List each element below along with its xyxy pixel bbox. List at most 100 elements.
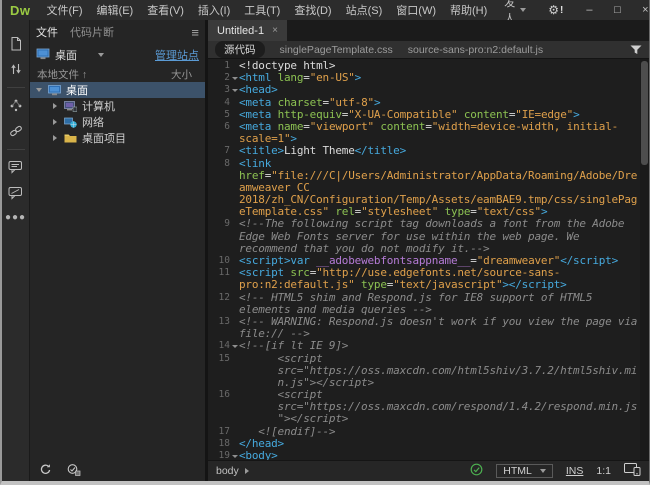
code-fold-gutter	[230, 426, 239, 438]
line-number: 16	[208, 389, 230, 401]
insert-mode-toggle[interactable]: INS	[566, 465, 584, 477]
link-icon[interactable]	[5, 120, 27, 142]
code-line: 10<script>var __adobewebfontsappname__="…	[208, 255, 640, 267]
extract-icon[interactable]	[5, 94, 27, 116]
menu-V[interactable]: 查看(V)	[140, 2, 191, 18]
code-lines: 1<!doctype html>2<html lang="en-US">3<he…	[208, 60, 640, 460]
tab-snippets[interactable]: 代码片断	[70, 24, 114, 40]
site-log-icon[interactable]	[66, 463, 81, 479]
code-line: file:// -->	[208, 328, 640, 340]
expand-arrow-icon[interactable]	[50, 119, 59, 125]
code-line: 17 <![endif]-->	[208, 426, 640, 438]
site-select-value[interactable]: 桌面	[55, 47, 77, 63]
line-number: 5	[208, 109, 230, 121]
code-line: src="https://oss.maxcdn.com/respond/1.4.…	[208, 401, 640, 413]
line-number	[208, 243, 230, 255]
line-number: 1	[208, 60, 230, 72]
code-fold-gutter	[230, 97, 239, 109]
line-number: 10	[208, 255, 230, 267]
line-number: 13	[208, 316, 230, 328]
expand-arrow-icon[interactable]	[50, 135, 59, 141]
line-number	[208, 328, 230, 340]
code-editor[interactable]: 1<!doctype html>2<html lang="en-US">3<he…	[208, 59, 649, 460]
gear-icon: ⚙	[548, 3, 559, 17]
code-fold-gutter	[230, 328, 239, 340]
code-fold-gutter	[230, 243, 239, 255]
code-fold-gutter	[230, 438, 239, 450]
code-fold-gutter	[230, 145, 239, 157]
menubar: Dw 文件(F)编辑(E)查看(V)插入(I)工具(T)查找(D)站点(S)窗口…	[2, 0, 649, 20]
code-fold-gutter	[230, 133, 239, 145]
code-fold-gutter	[230, 292, 239, 304]
line-number	[208, 377, 230, 389]
tree-item-label: 桌面项目	[82, 130, 126, 146]
sync-settings-button[interactable]: ⚙!	[536, 3, 575, 17]
col-local-files[interactable]: 本地文件 ↑	[37, 67, 87, 82]
tree-item-2[interactable]: 网络	[30, 114, 205, 130]
site-chevron-icon[interactable]	[98, 53, 104, 57]
line-number	[208, 304, 230, 316]
collapse-arrow-icon[interactable]	[34, 88, 43, 92]
tree-item-3[interactable]: 桌面项目	[30, 130, 205, 146]
doctype-select[interactable]: HTML	[496, 464, 553, 478]
menu-E[interactable]: 编辑(E)	[90, 2, 141, 18]
code-line: 11<script src="http://use.edgefonts.net/…	[208, 267, 640, 279]
filter-funnel-icon[interactable]	[630, 45, 642, 55]
tag-selector[interactable]: body	[216, 465, 249, 477]
line-number	[208, 182, 230, 194]
menu-D[interactable]: 查找(D)	[287, 2, 338, 18]
menu-I[interactable]: 插入(I)	[191, 2, 237, 18]
line-number: 11	[208, 267, 230, 279]
maximize-button[interactable]: □	[603, 0, 631, 20]
tree-item-0[interactable]: 桌面	[30, 82, 205, 98]
minimize-button[interactable]: –	[575, 0, 603, 20]
line-number	[208, 206, 230, 218]
menu-F[interactable]: 文件(F)	[40, 2, 90, 18]
panel-menu-icon[interactable]: ≡	[191, 25, 199, 40]
tab-close-icon[interactable]: ×	[272, 25, 278, 36]
file-panel-icon[interactable]	[5, 32, 27, 54]
code-line: scale=1">	[208, 133, 640, 145]
col-size[interactable]: 大小	[171, 67, 192, 82]
tag-selector-label: body	[216, 465, 239, 477]
menu-T[interactable]: 工具(T)	[237, 2, 287, 18]
code-fold-gutter	[230, 158, 239, 170]
expand-arrow-icon[interactable]	[50, 103, 59, 109]
tree-item-1[interactable]: 计算机	[30, 98, 205, 114]
vertical-scrollbar[interactable]	[640, 59, 649, 460]
code-fold-gutter	[230, 389, 239, 401]
scrollbar-thumb[interactable]	[641, 61, 648, 165]
document-tab[interactable]: Untitled-1 ×	[208, 20, 287, 41]
files-tree: 桌面计算机网络桌面项目	[30, 82, 205, 461]
comment-bubble-icon[interactable]	[5, 156, 27, 178]
document-tabbar: Untitled-1 ×	[208, 20, 649, 41]
code-fold-gutter	[230, 255, 239, 267]
code-fold-icon[interactable]	[230, 450, 239, 460]
more-dots-icon[interactable]: ●●●	[5, 212, 26, 223]
related-file-0[interactable]: 源代码	[215, 41, 265, 58]
line-number: 7	[208, 145, 230, 157]
site-desktop-icon	[36, 48, 50, 63]
code-fold-gutter	[230, 109, 239, 121]
manage-sites-link[interactable]: 管理站点	[155, 47, 199, 63]
close-button[interactable]: ×	[631, 0, 650, 20]
menu-S[interactable]: 站点(S)	[339, 2, 390, 18]
live-preview-devices-icon[interactable]	[624, 463, 641, 479]
menu-H[interactable]: 帮助(H)	[443, 2, 494, 18]
report-bubble-icon[interactable]	[5, 182, 27, 204]
refresh-icon[interactable]	[39, 463, 52, 479]
related-file-2[interactable]: source-sans-pro:n2:default.js	[408, 44, 543, 56]
code-fold-gutter	[230, 231, 239, 243]
line-number	[208, 194, 230, 206]
code-line: Edge Web Fonts server for use within the…	[208, 231, 640, 243]
sync-arrows-icon[interactable]	[5, 58, 27, 80]
line-number: 15	[208, 353, 230, 365]
tab-files[interactable]: 文件	[36, 24, 58, 40]
code-fold-icon[interactable]	[230, 340, 239, 352]
code-fold-gutter	[230, 377, 239, 389]
code-fold-icon[interactable]	[230, 84, 239, 96]
menu-W[interactable]: 窗口(W)	[389, 2, 443, 18]
code-fold-icon[interactable]	[230, 72, 239, 84]
code-fold-gutter	[230, 365, 239, 377]
related-file-1[interactable]: singlePageTemplate.css	[280, 44, 393, 56]
